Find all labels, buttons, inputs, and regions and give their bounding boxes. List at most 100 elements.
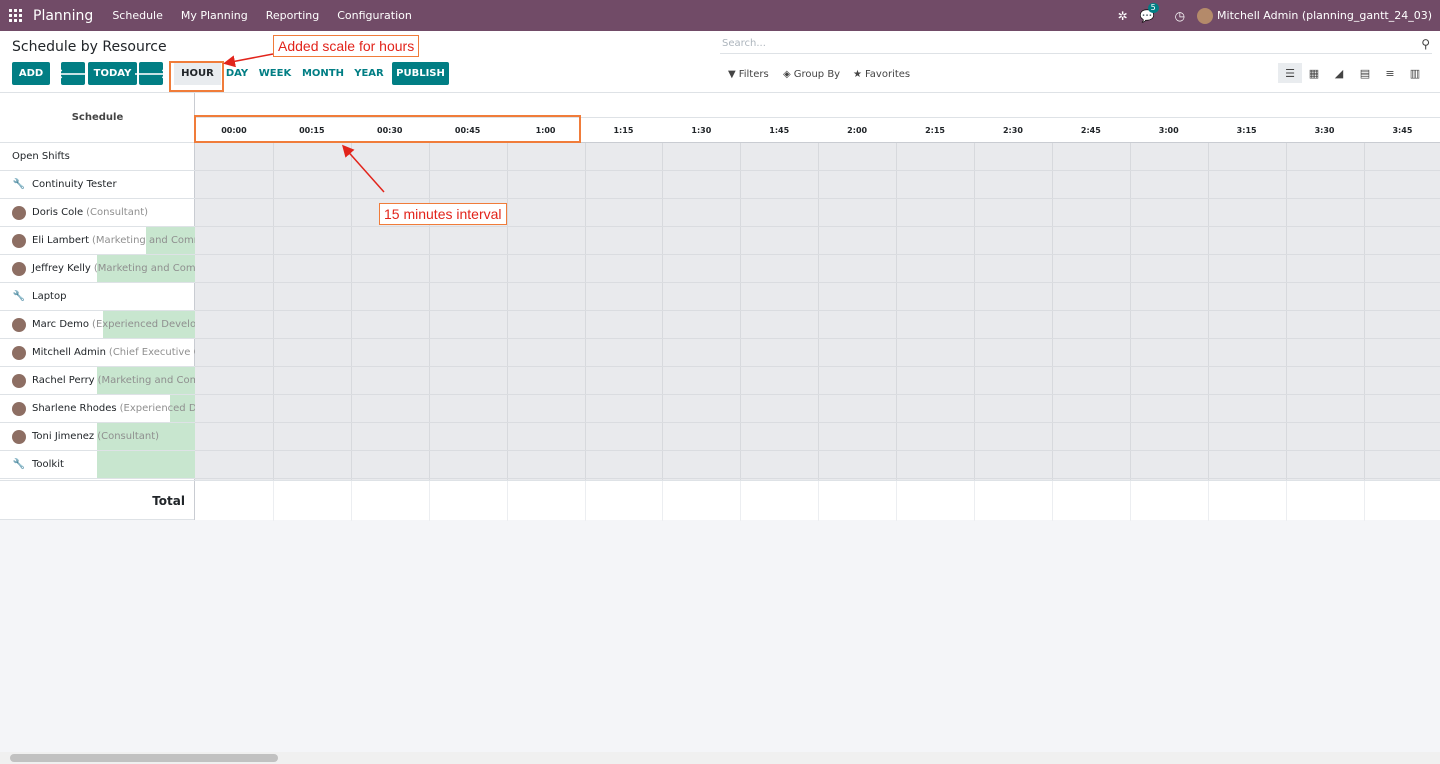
tick-label: 3:45: [1392, 126, 1413, 135]
resource-row-8[interactable]: Rachel Perry(Marketing and Comm: [0, 367, 195, 395]
menu-configuration[interactable]: Configuration: [337, 9, 412, 22]
resource-row-0[interactable]: Open Shifts: [0, 143, 195, 171]
chat-icon[interactable]: 💬 5: [1140, 2, 1159, 23]
allocation-bar: [97, 451, 195, 478]
resource-row-4[interactable]: Jeffrey Kelly (Marketing and Comm: [0, 255, 195, 283]
list-view-icon[interactable]: ≡: [1378, 63, 1402, 83]
total-column-line: [662, 481, 664, 521]
resource-row-6[interactable]: Marc Demo(Experienced Develope: [0, 311, 195, 339]
scale-day-button[interactable]: DAY: [224, 62, 250, 85]
tick-label: 3:15: [1236, 126, 1257, 135]
resource-row-1[interactable]: 🔧 Continuity Tester: [0, 171, 195, 199]
favorites-button[interactable]: ★ Favorites: [853, 69, 910, 80]
avatar: [12, 233, 26, 248]
tick-label: 2:00: [847, 126, 868, 135]
resource-name: Jeffrey Kelly: [32, 263, 91, 274]
grid-row[interactable]: [195, 255, 1440, 283]
clock-icon[interactable]: ◷: [1175, 9, 1185, 23]
total-column-line: [506, 481, 508, 521]
menu-schedule[interactable]: Schedule: [112, 9, 163, 22]
bug-icon[interactable]: ✲: [1118, 9, 1128, 23]
resource-name: Doris Cole: [32, 207, 84, 218]
gantt-view-icon[interactable]: ☰: [1278, 63, 1302, 83]
pivot-view-icon[interactable]: ▦: [1302, 63, 1326, 83]
horizontal-scrollbar[interactable]: [0, 752, 1440, 764]
scrollbar-thumb[interactable]: [10, 754, 278, 762]
resource-row-5[interactable]: 🔧 Laptop: [0, 283, 195, 311]
menu-my-planning[interactable]: My Planning: [181, 9, 248, 22]
tick-label: 2:15: [925, 126, 945, 135]
gantt-view: Schedule Open Shifts 🔧 Continuity Tester Do…: [0, 93, 1440, 521]
resource-row-11[interactable]: 🔧 Toolkit: [0, 451, 195, 479]
resource-role: (Consultant): [97, 431, 160, 442]
resource-name: Eli Lambert: [32, 235, 90, 246]
resource-row-7[interactable]: Mitchell Admin(Chief Executive Off: [0, 339, 195, 367]
publish-button[interactable]: PUBLISH: [392, 62, 449, 85]
tick-label: 1:30: [691, 126, 712, 135]
menu-reporting[interactable]: Reporting: [266, 9, 319, 22]
group-by-button[interactable]: ◈ Group By: [783, 69, 840, 80]
grid-row[interactable]: [195, 227, 1440, 255]
next-button[interactable]: 🡒: [134, 62, 168, 85]
top-navbar: Planning Schedule My Planning Reporting …: [0, 0, 1440, 31]
today-button[interactable]: TODAY: [88, 62, 137, 85]
grid-row[interactable]: [195, 339, 1440, 367]
grid-row[interactable]: [195, 283, 1440, 311]
resource-name: Open Shifts: [12, 151, 70, 162]
avatar: [12, 317, 26, 332]
search-icon[interactable]: ⚲: [1421, 37, 1430, 51]
resource-name: Sharlene Rhodes: [32, 403, 117, 414]
scale-year-button[interactable]: YEAR: [352, 62, 386, 85]
total-label: Total: [0, 480, 195, 520]
wrench-icon: 🔧: [12, 459, 26, 470]
tick-label: 3:00: [1158, 126, 1179, 135]
resource-row-2[interactable]: Doris Cole (Consultant): [0, 199, 195, 227]
grid-row[interactable]: [195, 395, 1440, 423]
scale-month-button[interactable]: MONTH: [301, 62, 345, 85]
prev-button[interactable]: 🡐: [56, 62, 90, 85]
add-button[interactable]: ADD: [12, 62, 50, 85]
resource-role: (Chief Executive Off: [108, 347, 195, 358]
app-name[interactable]: Planning: [33, 8, 93, 24]
total-column-line: [896, 481, 898, 521]
gantt-grid[interactable]: [195, 143, 1440, 480]
total-column-line: [1129, 481, 1131, 521]
kanban-view-icon[interactable]: ▥: [1403, 63, 1427, 83]
wrench-icon: 🔧: [12, 291, 26, 302]
tick-label: 3:30: [1314, 126, 1335, 135]
scale-week-button[interactable]: WEEK: [257, 62, 293, 85]
page-title: Schedule by Resource: [12, 39, 167, 55]
arrow-right-icon: 🡒: [133, 66, 169, 82]
chat-badge: 5: [1147, 2, 1159, 13]
total-column-line: [272, 481, 274, 521]
favorites-label: Favorites: [864, 69, 911, 80]
graph-view-icon[interactable]: ◢: [1327, 63, 1351, 83]
arrow-left-icon: 🡐: [55, 66, 91, 82]
resource-name: Toni Jimenez: [32, 431, 95, 442]
grid-row[interactable]: [195, 423, 1440, 451]
resource-row-10[interactable]: Toni Jimenez (Consultant): [0, 423, 195, 451]
schedule-header: Schedule: [0, 93, 195, 143]
grid-row[interactable]: [195, 311, 1440, 339]
annotation-interval-note: 15 minutes interval: [379, 203, 507, 225]
resource-column: Schedule Open Shifts 🔧 Continuity Tester Do…: [0, 93, 195, 520]
calendar-view-icon[interactable]: ▤: [1353, 63, 1377, 83]
search-placeholder: Search...: [722, 38, 766, 49]
avatar: [12, 429, 26, 444]
filter-icon: ▼: [728, 69, 736, 80]
filters-button[interactable]: ▼ Filters: [728, 69, 769, 80]
layers-icon: ◈: [783, 69, 791, 80]
search-input[interactable]: Search... ⚲: [720, 36, 1432, 54]
resource-name: Laptop: [32, 291, 67, 302]
resource-row-9[interactable]: Sharlene Rhodes(Experienced Deve: [0, 395, 195, 423]
grid-row[interactable]: [195, 367, 1440, 395]
resource-row-3[interactable]: Eli Lambert(Marketing and Commu: [0, 227, 195, 255]
user-menu[interactable]: Mitchell Admin (planning_gantt_24_03): [1197, 7, 1432, 24]
wrench-icon: 🔧: [12, 179, 26, 190]
grid-row[interactable]: [195, 451, 1440, 479]
total-column-line: [818, 481, 820, 521]
grid-row[interactable]: [195, 171, 1440, 199]
total-column-line: [740, 481, 742, 521]
apps-grid-icon[interactable]: [9, 9, 31, 22]
grid-row[interactable]: [195, 143, 1440, 171]
